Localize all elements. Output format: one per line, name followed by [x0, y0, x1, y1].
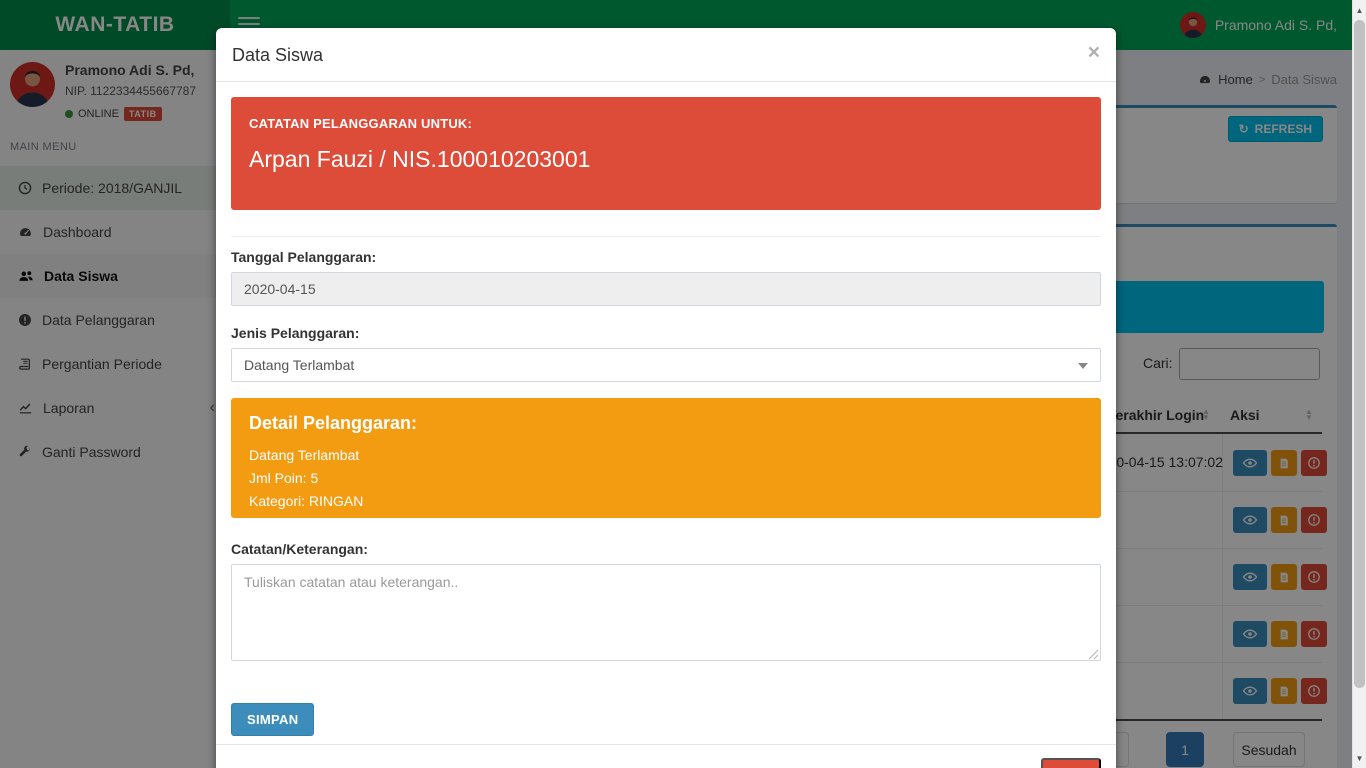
page-scrollbar[interactable]: ▲ ▼ — [1352, 0, 1366, 768]
modal-footer-divider — [216, 744, 1116, 745]
tanggal-label: Tanggal Pelanggaran: — [231, 249, 377, 265]
divider — [231, 236, 1101, 237]
chevron-down-icon — [1078, 363, 1088, 369]
modal-header: Data Siswa × — [216, 28, 1116, 82]
jenis-selected-value: Datang Terlambat — [244, 357, 355, 373]
student-identity: Arpan Fauzi / NIS.100010203001 — [249, 146, 591, 172]
scrollbar-thumb[interactable] — [1354, 20, 1365, 688]
detail-line: Datang Terlambat — [249, 447, 360, 463]
scroll-down-icon[interactable]: ▼ — [1353, 750, 1366, 766]
scroll-up-icon[interactable]: ▲ — [1353, 2, 1366, 18]
simpan-button[interactable]: SIMPAN — [231, 703, 315, 736]
jenis-label: Jenis Pelanggaran: — [231, 325, 360, 341]
catatan-field-group: Catatan/Keterangan: — [231, 541, 1101, 666]
violation-detail-callout: Detail Pelanggaran: Datang Terlambat Jml… — [231, 398, 1101, 518]
callout-warning-heading: Detail Pelanggaran: — [249, 413, 418, 433]
callout-danger-heading: CATATAN PELANGGARAN UNTUK: — [249, 116, 473, 131]
detail-line: Kategori: RINGAN — [249, 493, 364, 509]
detail-line: Jml Poin: 5 — [249, 470, 319, 486]
close-icon[interactable]: × — [1088, 42, 1100, 63]
modal-body: CATATAN PELANGGARAN UNTUK: Arpan Fauzi /… — [231, 82, 1101, 736]
modal-close-danger-button[interactable] — [1041, 758, 1101, 768]
modal-title: Data Siswa — [232, 45, 324, 65]
jenis-field-group: Jenis Pelanggaran: Datang Terlambat — [231, 325, 1101, 382]
violation-target-callout: CATATAN PELANGGARAN UNTUK: Arpan Fauzi /… — [231, 97, 1101, 210]
tanggal-field-group: Tanggal Pelanggaran: — [231, 249, 1101, 306]
jenis-select[interactable]: Datang Terlambat — [231, 348, 1101, 382]
data-siswa-modal: Data Siswa × CATATAN PELANGGARAN UNTUK: … — [216, 28, 1116, 768]
tanggal-input[interactable] — [231, 272, 1101, 306]
catatan-label: Catatan/Keterangan: — [231, 541, 368, 557]
catatan-textarea[interactable] — [231, 564, 1101, 661]
